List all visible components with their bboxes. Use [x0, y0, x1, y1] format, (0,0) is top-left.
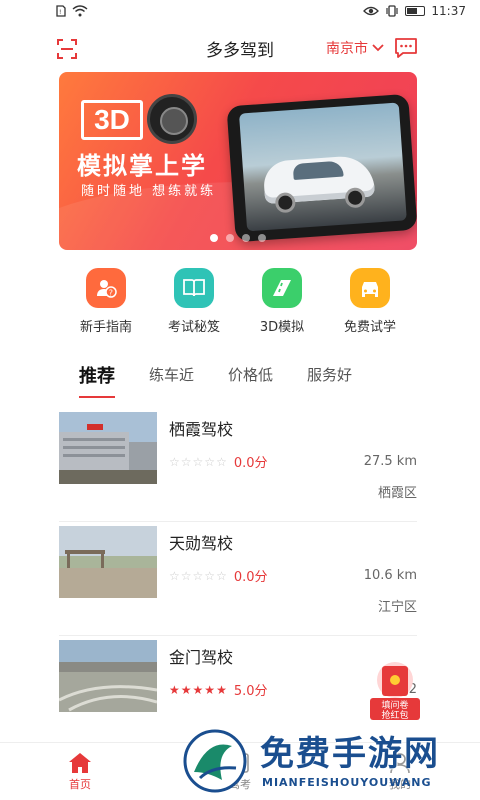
status-left: ! [56, 5, 88, 17]
sim-icon: ! [56, 5, 66, 17]
svg-text:!: ! [59, 9, 61, 16]
star-icon: ☆ [192, 568, 204, 583]
star-icon: ☆ [192, 454, 204, 469]
chevron-down-icon [372, 44, 384, 52]
distance: 10.6 km [363, 568, 417, 583]
pagination-dot[interactable] [226, 234, 234, 242]
vibrate-icon [386, 5, 399, 17]
pagination-dot[interactable] [242, 234, 250, 242]
city-selector[interactable]: 南京市 [326, 38, 384, 58]
quick-entry-label: 新手指南 [79, 320, 132, 335]
steering-wheel-icon [147, 94, 197, 144]
pagination-dot[interactable] [258, 234, 266, 242]
star-icon: ☆ [216, 454, 227, 469]
school-photo [59, 526, 157, 598]
star-icon: ★ [216, 682, 227, 697]
rating-score: 0.0分 [233, 456, 268, 471]
school-list: 栖霞驾校 ☆ ☆ ☆ ☆ ☆ 0.0分 27.5 km 栖霞区 天勋驾校 ☆ ☆… [59, 408, 417, 750]
quick-entry-label: 考试秘笈 [167, 320, 220, 335]
star-icon: ★ [192, 682, 204, 697]
pagination-dot[interactable] [210, 234, 218, 242]
tab-low-price[interactable]: 价格低 [228, 358, 273, 400]
phone-illustration [226, 93, 417, 243]
quick-entry-3d-sim[interactable]: 3D模拟 [247, 268, 317, 338]
banner-3d-badge: 3D [81, 100, 143, 140]
star-icon: ★ [204, 682, 216, 697]
status-time: 11:37 [431, 4, 466, 18]
rating: ★ ★ ★ ★ ★ 5.0分 [169, 680, 268, 700]
banner-subtitle: 随时随地 想练就练 [81, 184, 217, 199]
wifi-icon [72, 5, 88, 17]
car-wheel [274, 191, 297, 214]
status-right: 11:37 [363, 4, 466, 18]
message-icon[interactable] [394, 36, 418, 60]
svg-text:?: ? [109, 289, 113, 298]
school-photo [59, 412, 157, 484]
app-page: ! 11:37 多多驾到 南京市 3D 模拟掌上学 随时随地 想练就练 ? 新手… [0, 0, 480, 800]
quick-entry-label: 免费试学 [343, 320, 396, 335]
battery-icon [405, 6, 426, 16]
rating-score: 5.0分 [233, 684, 268, 699]
nav-home[interactable]: 首页 [0, 743, 160, 800]
star-icon: ☆ [204, 454, 216, 469]
nav-label: 首页 [69, 777, 91, 791]
city-label: 南京市 [326, 41, 368, 57]
home-icon [69, 752, 91, 773]
star-icon: ★ [169, 682, 180, 697]
filter-tabs: 推荐 练车近 价格低 服务好 [59, 358, 417, 400]
star-icon: ☆ [180, 454, 192, 469]
status-bar: ! 11:37 [0, 0, 480, 22]
school-name: 栖霞驾校 [169, 420, 234, 439]
quick-entries: ? 新手指南 考试秘笈 3D模拟 免费试学 [59, 268, 417, 338]
rating: ☆ ☆ ☆ ☆ ☆ 0.0分 [169, 566, 268, 586]
banner-pagination [59, 234, 417, 242]
car-wheel [344, 187, 366, 209]
tab-nearby[interactable]: 练车近 [149, 358, 194, 400]
promo-banner[interactable]: 3D 模拟掌上学 随时随地 想练就练 [59, 72, 417, 250]
star-icon: ☆ [204, 568, 216, 583]
distance: 27.5 km [363, 454, 417, 469]
star-icon: ☆ [169, 454, 180, 469]
school-name: 天勋驾校 [169, 534, 234, 553]
quick-entry-free-trial[interactable]: 免费试学 [335, 268, 405, 338]
watermark-subtext: MIANFEISHOUYOUWANG [262, 776, 432, 789]
school-name: 金门驾校 [169, 648, 234, 667]
district: 栖霞区 [377, 486, 417, 501]
phone-screen [239, 102, 407, 232]
car-icon [350, 268, 390, 308]
tab-good-service[interactable]: 服务好 [307, 358, 352, 400]
quick-entry-guide[interactable]: ? 新手指南 [71, 268, 141, 338]
watermark: 免费手游网 MIANFEISHOUYOUWANG [176, 720, 480, 800]
star-icon: ☆ [216, 568, 227, 583]
rating-score: 0.0分 [233, 570, 268, 585]
watermark-text: 免费手游网 [260, 734, 440, 774]
banner-title: 模拟掌上学 [77, 152, 207, 180]
list-item[interactable]: 天勋驾校 ☆ ☆ ☆ ☆ ☆ 0.0分 10.6 km 江宁区 [59, 522, 417, 636]
list-item[interactable]: 栖霞驾校 ☆ ☆ ☆ ☆ ☆ 0.0分 27.5 km 栖霞区 [59, 408, 417, 522]
school-photo [59, 640, 157, 712]
quick-entry-exam-tips[interactable]: 考试秘笈 [159, 268, 229, 338]
watermark-logo [183, 729, 247, 793]
red-packet-badge[interactable]: 填问卷 抢红包 [368, 658, 422, 722]
eye-icon [363, 6, 380, 16]
star-icon: ☆ [169, 568, 180, 583]
quick-entry-label: 3D模拟 [259, 320, 305, 335]
star-icon: ☆ [180, 568, 192, 583]
guide-icon: ? [86, 268, 126, 308]
district: 江宁区 [377, 600, 417, 615]
road-icon [262, 268, 302, 308]
tab-recommended[interactable]: 推荐 [79, 358, 115, 400]
book-icon [174, 268, 214, 308]
badge-line1: 填问卷 [381, 699, 408, 711]
top-header: 多多驾到 南京市 [0, 30, 480, 66]
rating: ☆ ☆ ☆ ☆ ☆ 0.0分 [169, 452, 268, 472]
star-icon: ★ [180, 682, 192, 697]
